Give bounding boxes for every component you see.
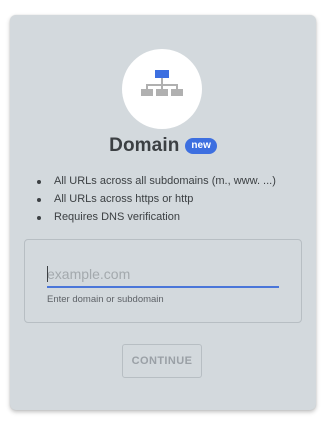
title-row: Domain new <box>10 133 316 159</box>
input-underline <box>47 286 279 288</box>
feature-list: All URLs across all subdomains (m., www.… <box>34 172 276 226</box>
text-cursor <box>47 266 48 282</box>
domain-network-icon <box>141 70 183 96</box>
feature-item: All URLs across https or http <box>34 190 276 208</box>
domain-property-card: Domain new All URLs across all subdomain… <box>10 15 316 410</box>
domain-input[interactable] <box>47 262 279 286</box>
input-hint: Enter domain or subdomain <box>47 294 164 305</box>
logo-circle <box>122 49 202 129</box>
domain-input-container: Enter domain or subdomain <box>24 239 302 323</box>
feature-item: Requires DNS verification <box>34 208 276 226</box>
feature-item: All URLs across all subdomains (m., www.… <box>34 172 276 190</box>
continue-button[interactable]: CONTINUE <box>122 344 202 378</box>
new-badge: new <box>185 138 217 154</box>
card-title: Domain <box>109 135 180 156</box>
